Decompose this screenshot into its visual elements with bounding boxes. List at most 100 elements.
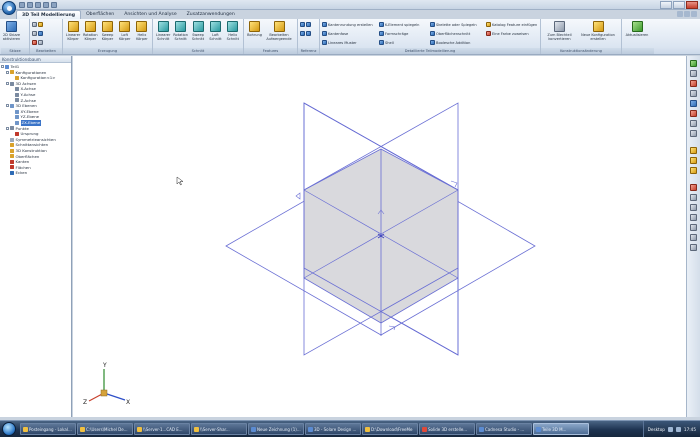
taskbar-button[interactable]: C:\Users\Michel De... [77, 423, 133, 435]
group-label-cut: Schnitt [153, 48, 243, 54]
shading-icon[interactable] [690, 100, 697, 107]
clock[interactable]: 17:45 [684, 427, 696, 432]
export-icon[interactable] [690, 90, 697, 97]
edit-paste-button[interactable] [38, 21, 43, 28]
view-iso-icon[interactable] [690, 167, 697, 174]
edit-delete-button[interactable] [32, 39, 37, 46]
view-settings-icon[interactable] [690, 244, 697, 251]
maximize-button[interactable] [673, 1, 685, 9]
mirror-element-button[interactable]: K-Element spiegeln [379, 21, 429, 28]
taskbar-button[interactable]: Neue Zeichnung (1)... [248, 423, 304, 435]
taskbar-button[interactable]: Cadnesa Studio - ... [476, 423, 532, 435]
orbit-icon[interactable] [690, 214, 697, 221]
refresh-button[interactable]: Aktualisieren [624, 20, 650, 47]
taskbar-button[interactable]: Teile 3D M... [533, 423, 589, 435]
reference-point-button[interactable] [306, 21, 311, 28]
tree-item-label: Ecken [15, 170, 28, 176]
view-top-icon[interactable] [690, 157, 697, 164]
taskbar-button[interactable]: \\Server-Shar... [191, 423, 247, 435]
linear-pattern-button[interactable]: Lineares Muster [322, 39, 378, 46]
linear-cut-button[interactable]: Linearer Schnitt [155, 20, 171, 47]
reference-axis-button[interactable] [300, 30, 305, 37]
undo-icon[interactable] [43, 2, 49, 8]
feature-tree: Teil1 Konfigurationen Konfiguration<1> 3D A… [0, 63, 71, 176]
open-file-icon[interactable] [27, 2, 33, 8]
loft-body-button[interactable]: Loft Körper [117, 20, 133, 47]
reference-plane-button[interactable] [300, 21, 305, 28]
rotation-cut-button[interactable]: Rotation Schnitt [172, 20, 188, 47]
minimize-button[interactable] [660, 1, 672, 9]
rotation-body-button[interactable]: Rotation Körper [82, 20, 98, 47]
view-front-icon[interactable] [690, 147, 697, 154]
network-icon[interactable] [667, 426, 673, 432]
zoom-window-icon[interactable] [690, 224, 697, 231]
linear-body-button[interactable]: Linearer Körper [65, 20, 81, 47]
tab-views-analysis[interactable]: Ansichten und Analyse [119, 10, 181, 19]
skeleton-mirror-button[interactable]: Skelette oder Spiegeln [430, 21, 485, 28]
helix-body-button[interactable]: Helix Körper [134, 20, 150, 47]
tray-desktop-label[interactable]: Desktop [648, 427, 665, 432]
chamfer-button[interactable]: Kantenfase [322, 30, 378, 37]
tab-surfaces[interactable]: Oberflächen [81, 10, 119, 19]
rotate-icon[interactable] [690, 204, 697, 211]
convert-to-sheet-metal-button[interactable]: Zum Blechteil konvertieren [543, 20, 576, 47]
group-creation: Linearer Körper Rotation Körper Sweep Kö… [63, 19, 153, 54]
zoom-icon[interactable] [690, 130, 697, 137]
edit-feature-button[interactable]: Bearbeiten Aufwergeende [264, 20, 294, 47]
material-icon[interactable] [690, 110, 697, 117]
zoom-fit-icon[interactable] [690, 234, 697, 241]
tree-item[interactable]: Ecken [1, 170, 71, 176]
viewport-canvas[interactable]: Y X Z [73, 56, 686, 417]
redo-icon[interactable] [51, 2, 57, 8]
sweep-body-button[interactable]: Sweep Körper [99, 20, 115, 47]
volume-icon[interactable] [675, 426, 681, 432]
boolean-add-button[interactable]: Boolesche Addition [430, 39, 485, 46]
fillet-button[interactable]: Kantenrundung erstellen [322, 21, 378, 28]
3d-viewport[interactable]: Y X Z [73, 56, 686, 417]
taskbar-button[interactable]: \\Server-1...CAD E... [134, 423, 190, 435]
help-icon[interactable] [677, 11, 683, 17]
shell-button[interactable]: Shell [379, 39, 429, 46]
sweep-cut-button[interactable]: Sweep Schnitt [190, 20, 206, 47]
loft-cut-button[interactable]: Loft Schnitt [207, 20, 223, 47]
taskbar-button-label: 3D - Solare Design ... [314, 426, 357, 432]
taskbar-button[interactable]: Posteingang - Lokal... [20, 423, 76, 435]
expand-toggle-icon[interactable] [6, 104, 9, 108]
assign-color-button[interactable]: Eine Farbe zuweisen [486, 30, 538, 37]
expand-toggle-icon[interactable] [1, 65, 4, 69]
taskbar-button[interactable]: Solide 3D erstelle... [419, 423, 475, 435]
tab-add-ins[interactable]: Zusatzanwendungen [182, 10, 240, 19]
tab-3d-part-modeling[interactable]: 3D Teil Modellierung [16, 10, 82, 19]
render-icon[interactable] [690, 60, 697, 67]
surface-cut-button[interactable]: Oberflächenschnitt [430, 30, 485, 37]
edit-select-button[interactable] [38, 39, 43, 46]
start-button[interactable] [2, 422, 16, 436]
hole-button[interactable]: Bohrung [246, 20, 263, 47]
measure-icon[interactable] [690, 184, 697, 191]
draft-button[interactable]: Formschräge [379, 30, 429, 37]
close-button[interactable] [686, 1, 698, 9]
taskbar-button[interactable]: 3D - Solare Design ... [305, 423, 361, 435]
reference-csys-button[interactable] [306, 30, 311, 37]
section-view-icon[interactable] [690, 120, 697, 127]
app-menu-button[interactable] [2, 1, 16, 15]
expand-toggle-icon[interactable] [6, 82, 9, 86]
expand-toggle-icon[interactable] [6, 126, 9, 130]
view-toolbar [686, 56, 700, 417]
print-icon[interactable] [690, 70, 697, 77]
pdf-icon[interactable] [690, 80, 697, 87]
new-file-icon[interactable] [19, 2, 25, 8]
edit-properties-button[interactable] [38, 30, 43, 37]
edit-copy-button[interactable] [32, 30, 37, 37]
save-icon[interactable] [35, 2, 41, 8]
activate-2d-sketch-button[interactable]: 2D Skizze aktivieren [3, 20, 20, 47]
helix-cut-button[interactable]: Helix Schnitt [225, 20, 241, 47]
expand-toggle-icon[interactable] [6, 70, 9, 74]
ribbon-minimize-icon[interactable] [684, 11, 690, 17]
edit-cut-button[interactable] [32, 21, 37, 28]
pan-icon[interactable] [690, 194, 697, 201]
taskbar-button[interactable]: D:\Download\FreeMe [362, 423, 418, 435]
insert-catalog-feature-button[interactable]: Katalog Feature einfügen [486, 21, 538, 28]
options-icon[interactable] [691, 11, 697, 17]
new-configuration-button[interactable]: Neue Konfiguration erstellen [577, 20, 619, 47]
